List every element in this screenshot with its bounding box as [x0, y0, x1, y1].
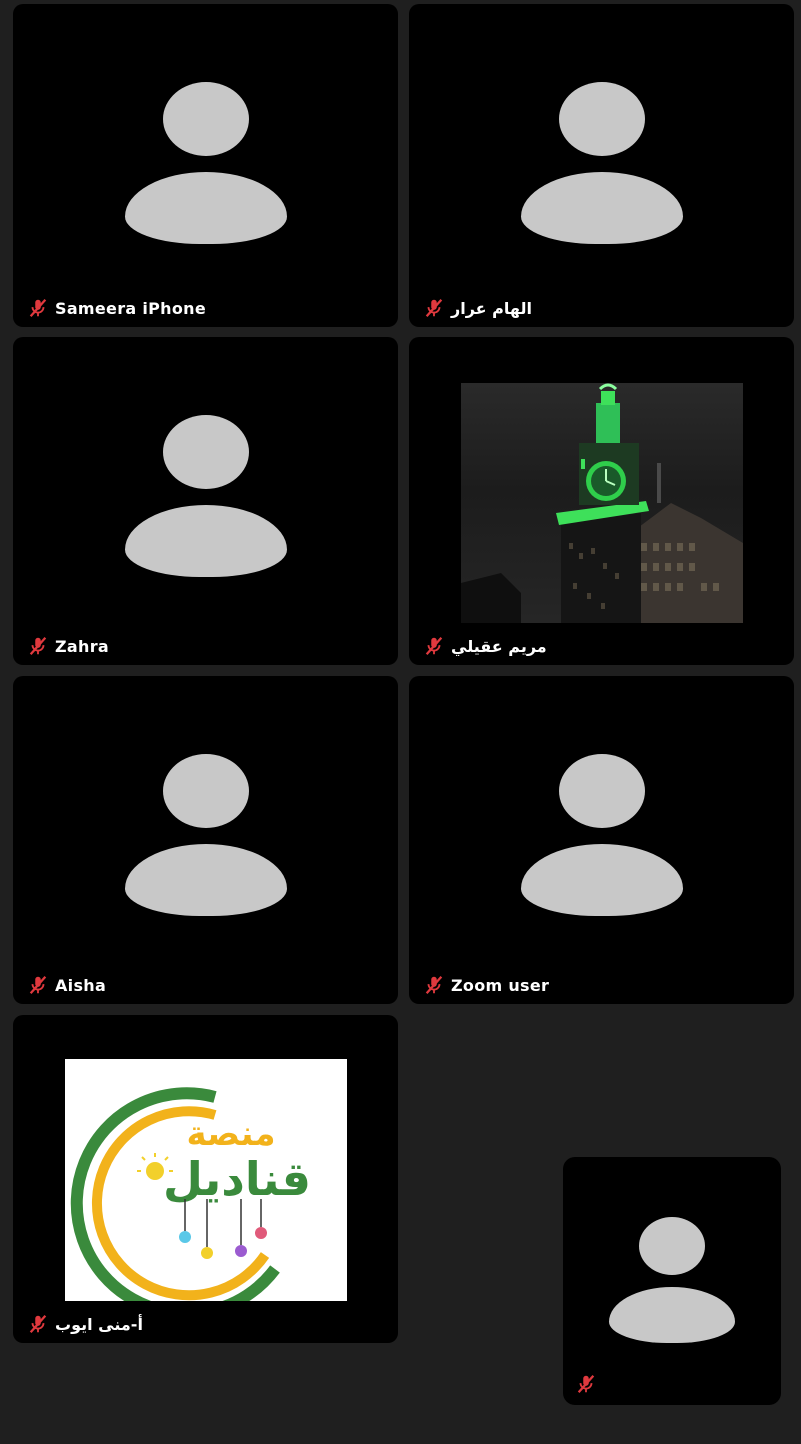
participant-nameplate: أ-منى ايوب [27, 1313, 143, 1335]
participant-nameplate: Zoom user [423, 974, 549, 996]
self-view-nameplate [575, 1373, 597, 1395]
participant-tile[interactable]: مريم عقيلي [409, 337, 794, 665]
participant-name: Zahra [55, 636, 109, 656]
participant-name: مريم عقيلي [451, 636, 547, 656]
mic-off-icon [577, 1374, 595, 1394]
person-silhouette-icon [520, 754, 683, 916]
clock-tower-illustration [461, 383, 743, 623]
person-silhouette-icon [124, 754, 287, 916]
meeting-gallery-view: Sameera iPhone الهام عرار Zahra مريم عقي… [0, 0, 801, 1444]
mic-off-icon [29, 1314, 47, 1334]
logo-line1: منصة [186, 1114, 275, 1154]
person-silhouette-icon [609, 1217, 735, 1343]
participant-name: الهام عرار [451, 298, 532, 318]
participant-name: أ-منى ايوب [55, 1314, 143, 1334]
person-silhouette-icon [520, 82, 683, 244]
person-silhouette-icon [124, 82, 287, 244]
participant-name: Sameera iPhone [55, 298, 206, 318]
mic-off-icon [29, 975, 47, 995]
qanadeel-logo-illustration: منصة قناديل [70, 1087, 311, 1301]
participant-tile[interactable]: الهام عرار [409, 4, 794, 327]
mic-off-icon [425, 975, 443, 995]
participant-name: Aisha [55, 975, 107, 995]
participant-tile[interactable]: Zoom user [409, 676, 794, 1004]
mic-off-icon [425, 298, 443, 318]
qanadeel-logo: منصة قناديل [65, 1059, 347, 1301]
mic-off-icon [29, 636, 47, 656]
person-silhouette-icon [124, 415, 287, 577]
participant-tile[interactable]: Sameera iPhone [13, 4, 398, 327]
participant-name: Zoom user [451, 975, 550, 995]
clock-tower-photo [461, 383, 743, 623]
participant-tile[interactable]: Zahra [13, 337, 398, 665]
participant-nameplate: Zahra [27, 635, 109, 657]
mic-off-icon [425, 636, 443, 656]
logo-line2: قناديل [163, 1152, 311, 1206]
participant-tile[interactable]: منصة قناديل أ-منى ايوب [13, 1015, 398, 1343]
participant-nameplate: مريم عقيلي [423, 635, 547, 657]
self-view-tile[interactable] [563, 1157, 781, 1405]
participant-nameplate: الهام عرار [423, 297, 532, 319]
participant-nameplate: Aisha [27, 974, 106, 996]
participant-tile[interactable]: Aisha [13, 676, 398, 1004]
mic-off-icon [29, 298, 47, 318]
participant-nameplate: Sameera iPhone [27, 297, 206, 319]
